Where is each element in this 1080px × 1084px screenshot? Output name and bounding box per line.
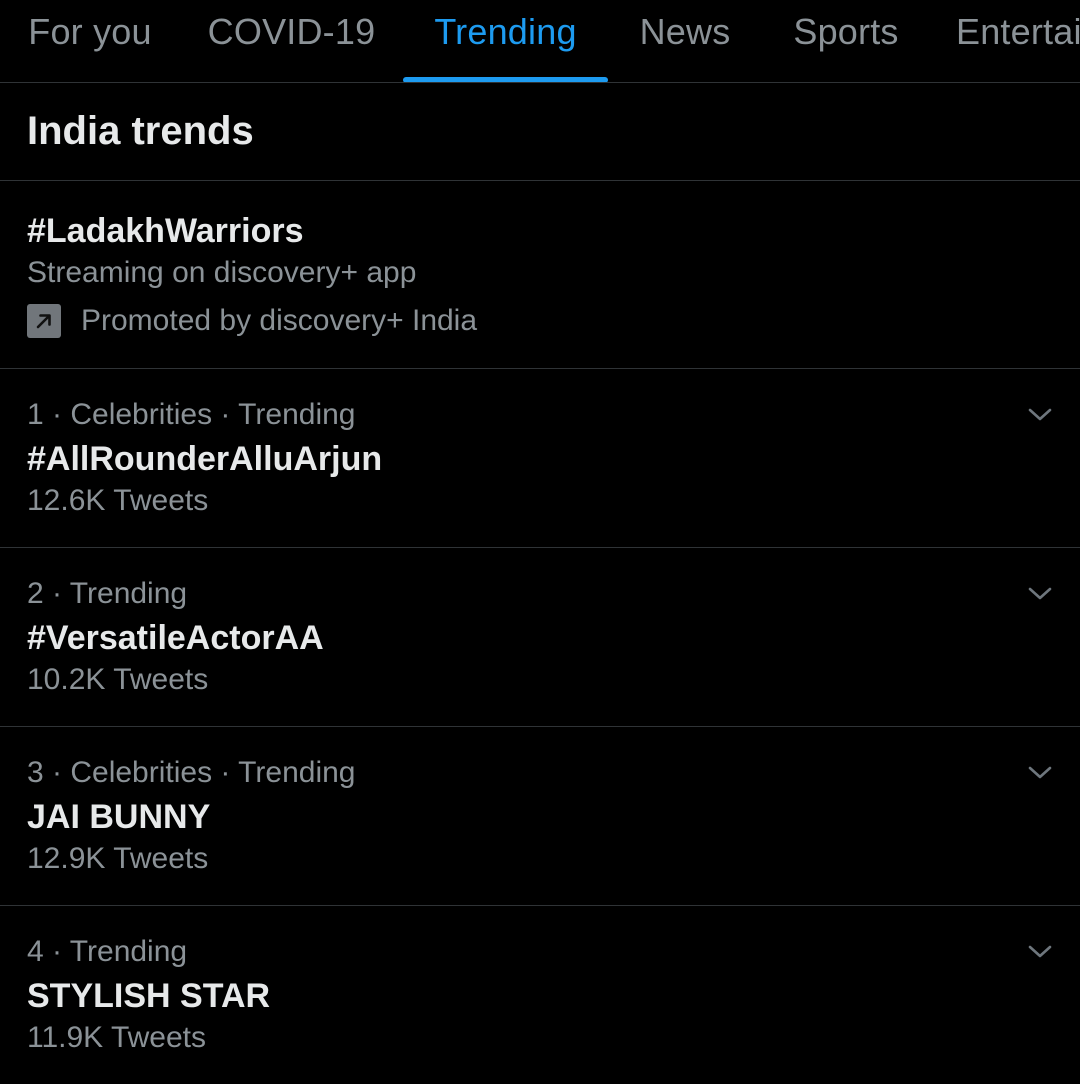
tab-label: Entertainment [956,11,1080,52]
promoted-by: Promoted by discovery+ India [27,303,477,339]
promoted-trend[interactable]: #LadakhWarriors Streaming on discovery+ … [0,181,1080,369]
chevron-down-icon[interactable] [1020,397,1060,433]
promoted-arrow-icon [27,304,61,338]
tab-label: News [639,11,731,52]
trend-item[interactable]: 3 · Celebrities · Trending JAI BUNNY 12.… [0,727,1080,906]
explore-tabs: For you COVID-19 Trending News Sports En… [0,0,1080,83]
tab-label: COVID-19 [207,11,376,52]
tab-label: Sports [793,11,899,52]
trend-context: 1 · Celebrities · Trending [27,398,356,431]
trend-item[interactable]: 2 · Trending #VersatileActorAA 10.2K Twe… [0,548,1080,727]
promoted-by-label: Promoted by discovery+ India [81,304,478,337]
tab-label: Trending [434,11,577,52]
tab-covid-19[interactable]: COVID-19 [180,0,403,82]
chevron-down-icon[interactable] [1020,934,1060,970]
trend-context: 2 · Trending [27,577,188,610]
trend-tweet-count: 12.6K Tweets [27,484,209,517]
trend-tweet-count: 12.9K Tweets [27,842,209,875]
chevron-down-icon[interactable] [1020,576,1060,612]
trend-item[interactable]: 1 · Celebrities · Trending #AllRounderAl… [0,369,1080,548]
trend-tweet-count: 10.2K Tweets [27,663,209,696]
trend-item[interactable]: 4 · Trending STYLISH STAR 11.9K Tweets [0,906,1080,1084]
tab-entertainment[interactable]: Entertainment [930,0,1080,82]
promoted-trend-title: #LadakhWarriors [27,212,304,250]
section-header: India trends [0,83,1080,181]
tab-for-you[interactable]: For you [0,0,180,82]
trend-name: #VersatileActorAA [27,619,324,657]
trend-context: 3 · Celebrities · Trending [27,756,356,789]
trend-tweet-count: 11.9K Tweets [27,1021,207,1054]
chevron-down-icon[interactable] [1020,755,1060,791]
section-title: India trends [27,109,254,153]
promoted-trend-description: Streaming on discovery+ app [27,256,417,289]
tab-sports[interactable]: Sports [762,0,930,82]
trend-name: #AllRounderAlluArjun [27,440,383,478]
trend-context: 4 · Trending [27,935,188,968]
tab-news[interactable]: News [608,0,762,82]
tab-trending[interactable]: Trending [403,0,608,82]
tab-label: For you [28,11,152,52]
trend-name: JAI BUNNY [27,798,211,836]
trend-name: STYLISH STAR [27,977,271,1015]
